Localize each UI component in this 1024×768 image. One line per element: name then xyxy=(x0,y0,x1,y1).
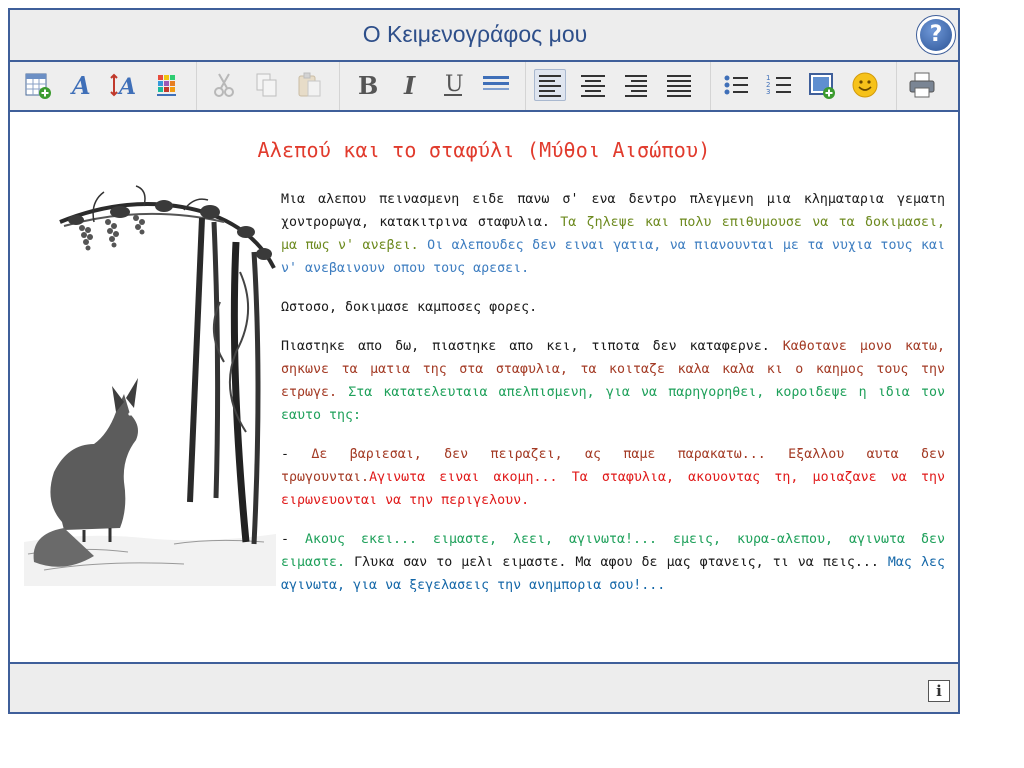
text-run: Πιαστηκε απο δω, πιαστηκε απο κει, τιποτ… xyxy=(281,339,783,354)
text-run: Γλυκα σαν το μελι ειμαστε. Μα αφου δε μα… xyxy=(354,555,888,570)
copy-button[interactable] xyxy=(251,69,283,101)
bold-button[interactable]: B xyxy=(351,69,383,101)
toolbar-separator xyxy=(896,62,897,110)
help-button[interactable]: ? xyxy=(916,15,956,55)
text-run: - xyxy=(281,532,305,547)
svg-text:A: A xyxy=(117,74,136,100)
status-bar: i xyxy=(10,662,958,712)
italic-button[interactable]: I xyxy=(394,69,426,101)
font-style-button[interactable]: A xyxy=(65,69,97,101)
bullet-list-icon xyxy=(724,75,748,95)
align-left-button[interactable] xyxy=(534,69,566,101)
insert-image-icon xyxy=(809,73,835,99)
align-right-icon xyxy=(625,75,647,97)
copy-icon xyxy=(256,73,277,97)
text-run: Στα κατατελευταια απελπισμενη, για να πα… xyxy=(281,385,945,423)
paste-icon xyxy=(298,72,321,97)
insert-table-button[interactable] xyxy=(22,69,54,101)
title-bar: Ο Κειμενογράφος μου ? xyxy=(10,10,958,62)
paste-button[interactable] xyxy=(294,69,326,101)
font-color-button[interactable] xyxy=(151,69,183,101)
editor-area[interactable]: Αλεπού και το σταφύλι (Μύθοι Αισώπου) Μι… xyxy=(10,112,958,662)
emoticon-button[interactable] xyxy=(849,69,881,101)
print-icon xyxy=(909,72,935,98)
app-title: Ο Κειμενογράφος μου xyxy=(362,21,588,47)
underline-icon: U xyxy=(444,72,464,97)
insert-table-icon xyxy=(25,73,51,99)
underline-button[interactable]: U xyxy=(437,69,469,101)
text-run: - xyxy=(281,447,312,462)
paragraph: Πιαστηκε απο δω, πιαστηκε απο κει, τιποτ… xyxy=(281,335,945,427)
align-justify-button[interactable] xyxy=(663,69,695,101)
svg-text:B: B xyxy=(358,71,378,100)
numbered-list-icon: 1 2 3 xyxy=(766,74,791,96)
toolbar-separator xyxy=(710,62,711,110)
insert-image-button[interactable] xyxy=(806,69,838,101)
font-style-icon: A xyxy=(70,71,91,100)
document-title: Αλεπού και το σταφύλι (Μύθοι Αισώπου) xyxy=(257,138,711,162)
info-button[interactable]: i xyxy=(928,680,950,702)
cut-icon xyxy=(214,73,234,97)
align-left-icon xyxy=(539,75,561,97)
paragraph: - Ακους εκει... ειμαστε, λεει, αγινωτα!.… xyxy=(281,528,945,597)
print-button[interactable] xyxy=(906,69,938,101)
font-size-button[interactable]: A xyxy=(108,69,140,101)
bold-icon: B xyxy=(358,71,378,100)
text-run: Ωστοσο, δοκιμασε καμποσες φορες. xyxy=(281,300,538,315)
app-window: Ο Κειμενογράφος μου ? A A B I U 1 2 3 Αλ… xyxy=(8,8,960,714)
svg-text:3: 3 xyxy=(766,88,770,96)
align-right-button[interactable] xyxy=(620,69,652,101)
line-spacing-icon xyxy=(483,76,509,90)
italic-icon: I xyxy=(403,71,416,100)
toolbar: A A B I U 1 2 3 xyxy=(10,62,958,112)
align-justify-icon xyxy=(667,75,691,97)
line-spacing-button[interactable] xyxy=(480,69,512,101)
text-run: Αγινωτα ειναι ακομη... Τα σταφυλια, ακου… xyxy=(281,470,945,508)
svg-text:U: U xyxy=(445,72,464,97)
align-center-icon xyxy=(581,75,605,97)
toolbar-separator xyxy=(196,62,197,110)
font-color-icon xyxy=(157,75,176,96)
cut-button[interactable] xyxy=(208,69,240,101)
align-center-button[interactable] xyxy=(577,69,609,101)
paragraph: Ωστοσο, δοκιμασε καμποσες φορες. xyxy=(281,296,945,319)
bullet-list-button[interactable] xyxy=(720,69,752,101)
paragraph: - Δε βαριεσαι, δεν πειραζει, ας παμε παρ… xyxy=(281,443,945,512)
help-icon: ? xyxy=(920,19,952,51)
fox-and-grapes-illustration xyxy=(24,182,276,586)
numbered-list-button[interactable]: 1 2 3 xyxy=(763,69,795,101)
toolbar-separator xyxy=(339,62,340,110)
svg-text:A: A xyxy=(70,71,91,100)
toolbar-separator xyxy=(525,62,526,110)
font-size-icon: A xyxy=(110,73,136,100)
document-body[interactable]: Μια αλεπου πεινασμενη ειδε πανω σ' ενα δ… xyxy=(281,188,945,613)
svg-text:I: I xyxy=(403,71,416,100)
emoticon-icon xyxy=(852,72,878,98)
paragraph: Μια αλεπου πεινασμενη ειδε πανω σ' ενα δ… xyxy=(281,188,945,280)
